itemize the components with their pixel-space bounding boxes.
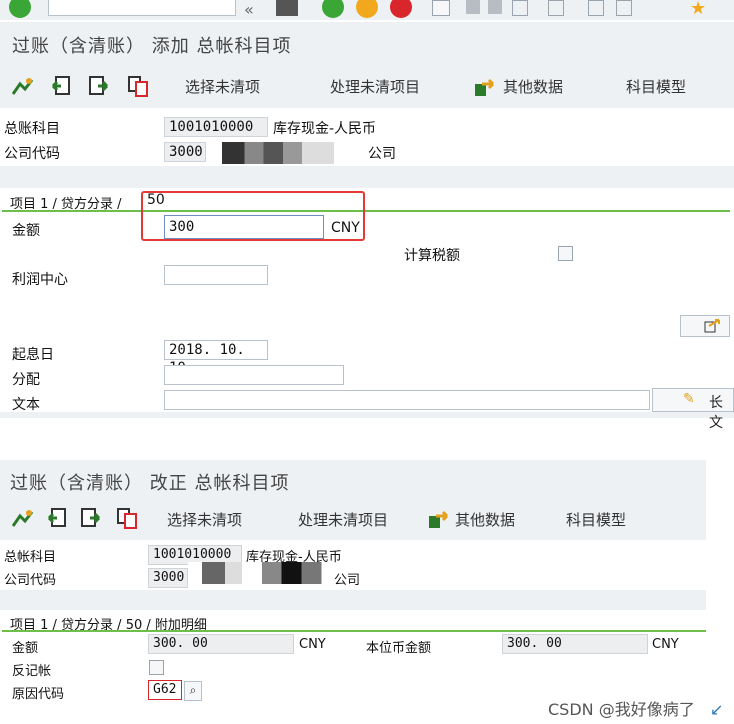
star-icon[interactable]: ★ <box>690 0 710 19</box>
gl-account-field[interactable]: 1001010000 <box>164 117 268 137</box>
select-open-items-button[interactable]: 选择未清项 <box>185 76 260 97</box>
prev-document-icon-2[interactable] <box>46 507 66 527</box>
watermark: CSDN @我好像病了 <box>548 700 695 719</box>
currency-label-2: CNY <box>299 637 326 652</box>
gl-account-description: 库存现金-人民币 <box>273 121 377 137</box>
prev-document-icon[interactable] <box>50 75 70 95</box>
find-next-icon[interactable] <box>488 0 502 14</box>
print-icon[interactable] <box>432 0 450 16</box>
section-divider <box>2 210 730 212</box>
command-field[interactable] <box>48 0 236 16</box>
long-text-label: 长文 <box>709 395 723 431</box>
reason-code-field[interactable]: G62 <box>148 680 182 700</box>
company-name-suffix: 公司 <box>368 146 396 162</box>
find-icon[interactable] <box>466 0 480 14</box>
chart-icon[interactable] <box>11 76 34 96</box>
other-data-icon-2[interactable] <box>428 508 449 528</box>
company-code-label: 公司代码 <box>4 146 60 162</box>
calculate-tax-label: 计算税额 <box>404 248 460 264</box>
amount-label: 金额 <box>12 223 40 239</box>
screen1-item-area <box>0 188 734 412</box>
next-document-icon[interactable] <box>88 75 109 95</box>
search-help-icon[interactable]: ⌕ <box>184 681 202 701</box>
gl-account-label-2: 总帐科目 <box>4 550 57 565</box>
redacted-company-name-2 <box>188 562 330 584</box>
other-data-button-2[interactable]: 其他数据 <box>455 509 515 530</box>
expand-button[interactable] <box>680 315 730 337</box>
long-text-button[interactable]: ✎ 长文 <box>652 388 734 431</box>
account-model-button-2[interactable]: 科目模型 <box>566 509 626 530</box>
chart-icon-2[interactable] <box>11 508 34 528</box>
company-code-field[interactable]: 3000 <box>164 142 206 162</box>
other-data-button[interactable]: 其他数据 <box>503 76 563 97</box>
assignment-label: 分配 <box>12 372 40 388</box>
text-label: 文本 <box>12 397 40 413</box>
save-icon[interactable] <box>276 0 298 16</box>
company-name-suffix-2: 公司 <box>334 573 361 588</box>
copy-document-icon-2[interactable] <box>116 507 137 529</box>
value-date-field[interactable]: 2018. 10. 10 <box>164 340 268 376</box>
long-text-icon: ✎ <box>683 391 695 407</box>
local-currency-label: CNY <box>652 637 679 652</box>
reason-code-label: 原因代码 <box>12 687 65 702</box>
amount-field-2[interactable]: 300. 00 <box>148 634 294 654</box>
export-icon <box>704 319 720 333</box>
account-model-button[interactable]: 科目模型 <box>626 76 686 97</box>
redacted-company-name <box>206 142 366 164</box>
amount-label-2: 金额 <box>12 641 39 656</box>
screen2-title: 过账（含清账） 改正 总帐科目项 <box>10 473 290 494</box>
section-divider-2 <box>2 630 706 632</box>
prev-page-icon[interactable] <box>548 0 564 16</box>
profit-center-label: 利润中心 <box>12 272 68 288</box>
first-page-icon[interactable] <box>512 0 528 16</box>
company-code-field-2[interactable]: 3000 <box>148 568 188 588</box>
assignment-field[interactable] <box>164 365 344 385</box>
reversal-label: 反记帐 <box>12 664 52 679</box>
value-date-label: 起息日 <box>12 347 54 363</box>
other-data-icon[interactable] <box>474 76 495 96</box>
copy-document-icon[interactable] <box>127 75 148 97</box>
local-amount-label: 本位币金额 <box>366 641 432 656</box>
next-page-icon[interactable] <box>588 0 604 16</box>
reversal-checkbox[interactable] <box>149 660 164 675</box>
next-document-icon-2[interactable] <box>80 507 101 527</box>
profit-center-field[interactable] <box>164 265 268 285</box>
process-open-items-button[interactable]: 处理未清项目 <box>330 76 420 97</box>
highlight-box <box>141 191 365 241</box>
back-icon[interactable]: « <box>244 0 264 20</box>
screen1-title: 过账（含清账） 添加 总帐科目项 <box>12 36 292 57</box>
select-open-items-button-2[interactable]: 选择未清项 <box>167 509 242 530</box>
process-open-items-button-2[interactable]: 处理未清项目 <box>298 509 388 530</box>
text-field[interactable] <box>164 390 650 410</box>
calculate-tax-checkbox[interactable] <box>558 246 573 261</box>
last-page-icon[interactable] <box>616 0 632 16</box>
local-amount-field[interactable]: 300. 00 <box>502 634 648 654</box>
corner-arrow-icon: ↙ <box>710 700 724 719</box>
company-code-label-2: 公司代码 <box>4 573 57 588</box>
gl-account-label: 总账科目 <box>4 121 60 137</box>
